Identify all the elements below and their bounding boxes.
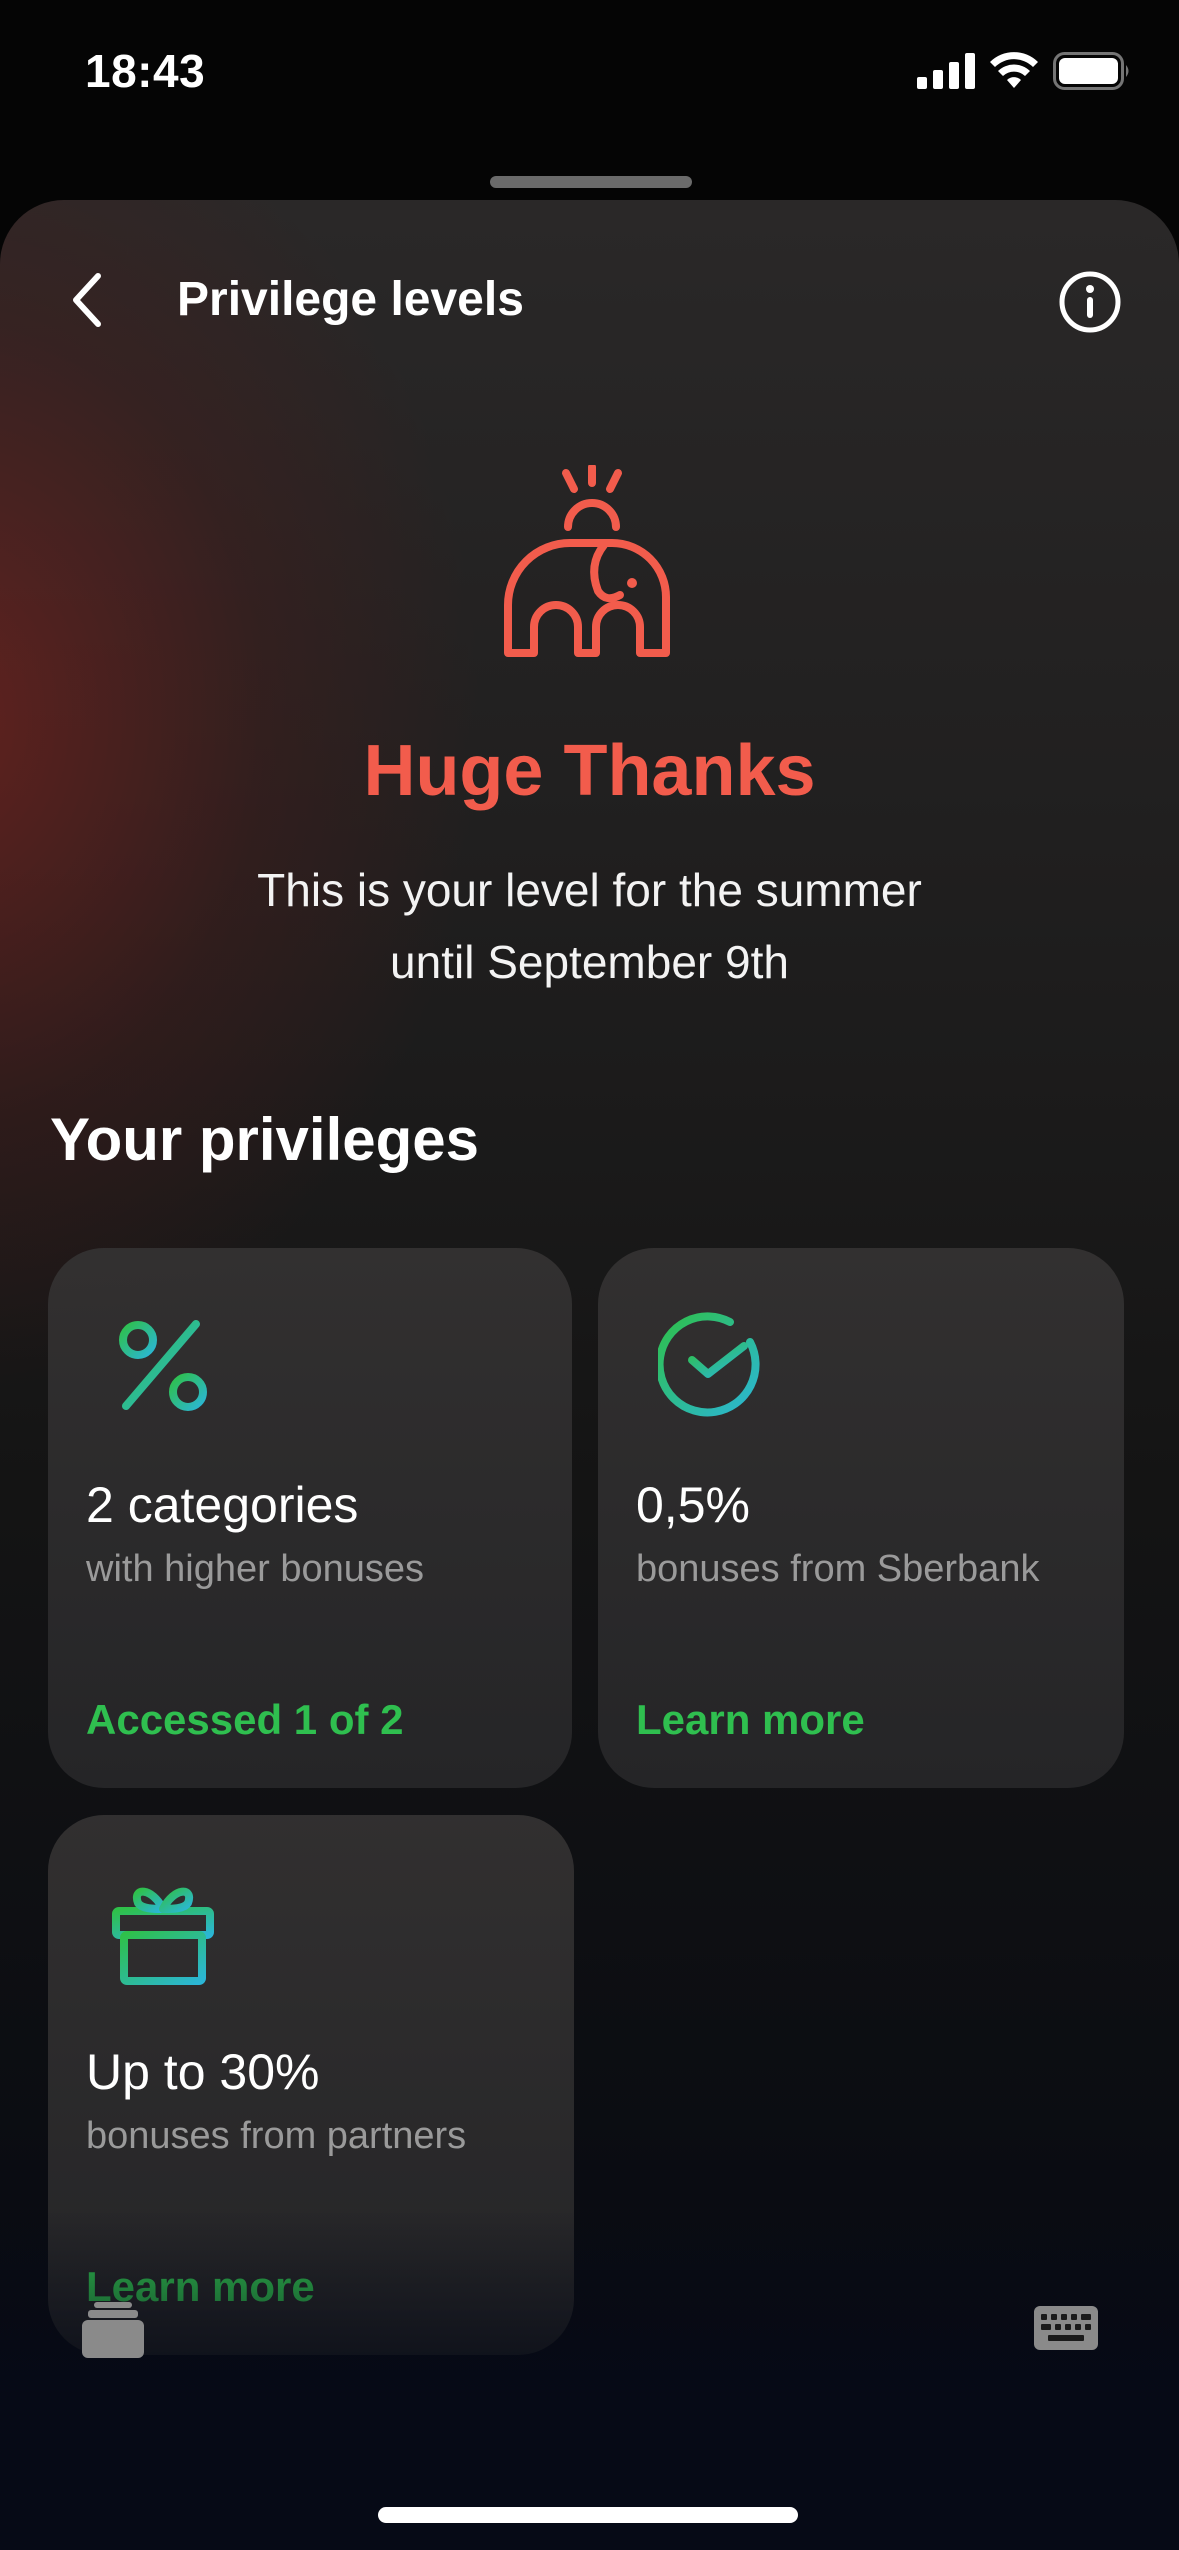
learn-more-link[interactable]: Learn more xyxy=(636,1696,865,1744)
level-subtitle: This is your level for the summer until … xyxy=(150,854,1029,998)
keyboard-icon[interactable] xyxy=(1034,2306,1098,2350)
privilege-card-sberbank[interactable]: 0,5% bonuses from Sberbank Learn more xyxy=(598,1248,1124,1788)
info-icon xyxy=(1059,271,1121,333)
home-indicator[interactable] xyxy=(378,2507,798,2523)
privilege-description: bonuses from Sberbank xyxy=(636,1548,1040,1590)
level-subtitle-line2: until September 9th xyxy=(390,936,789,988)
sheet-grabber[interactable] xyxy=(490,176,692,188)
check-circle-icon xyxy=(658,1312,760,1417)
privilege-value: 0,5% xyxy=(636,1477,750,1533)
page-title: Privilege levels xyxy=(177,273,524,326)
gift-icon xyxy=(112,1887,214,1985)
privilege-sheet: Privilege levels Huge Thanks This is you… xyxy=(0,200,1179,2550)
privileges-section-title: Your privileges xyxy=(50,1106,480,1173)
privilege-value: 2 categories xyxy=(86,1477,359,1533)
info-button[interactable] xyxy=(1058,270,1122,334)
wifi-icon xyxy=(989,52,1039,95)
level-title: Huge Thanks xyxy=(363,731,816,811)
privilege-description: with higher bonuses xyxy=(86,1548,424,1590)
battery-icon xyxy=(1053,52,1131,95)
screen: 18:43 Privilege levels Huge Thanks This … xyxy=(0,0,1179,2550)
cellular-signal-icon xyxy=(917,53,975,94)
percent-icon xyxy=(119,1320,207,1411)
chevron-left-icon xyxy=(73,273,101,327)
status-icons xyxy=(917,52,1131,95)
privilege-action-link[interactable]: Accessed 1 of 2 xyxy=(86,1696,404,1744)
level-subtitle-line1: This is your level for the summer xyxy=(257,864,922,916)
stack-icon[interactable] xyxy=(80,2300,146,2360)
elephant-icon xyxy=(504,465,670,657)
privilege-description: bonuses from partners xyxy=(86,2115,467,2157)
privilege-value: Up to 30% xyxy=(86,2044,320,2100)
back-button[interactable] xyxy=(56,270,116,330)
privilege-card-partners[interactable]: Up to 30% bonuses from partners Learn mo… xyxy=(48,1815,574,2355)
privilege-card-categories[interactable]: 2 categories with higher bonuses Accesse… xyxy=(48,1248,572,1788)
status-time: 18:43 xyxy=(85,45,206,97)
